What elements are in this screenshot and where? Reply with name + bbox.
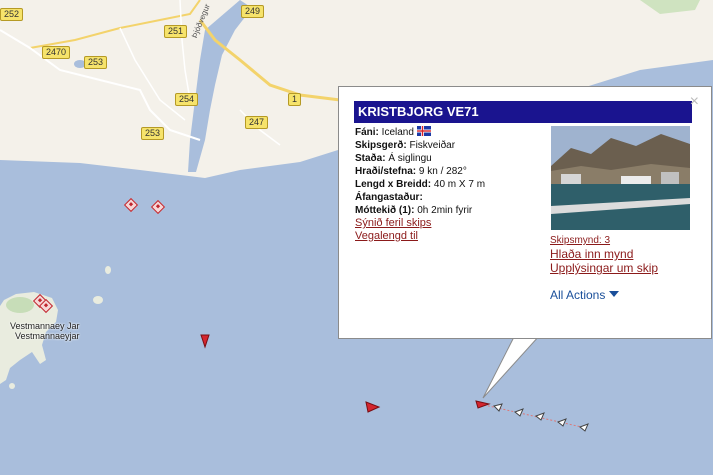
- all-actions-dropdown[interactable]: All Actions: [550, 288, 620, 302]
- vessel-info-popup: KRISTBJORG VE71 × Fáni: Iceland Skipsger…: [338, 86, 712, 339]
- vessel-name-title: KRISTBJORG VE71: [354, 101, 692, 123]
- show-track-link[interactable]: Sýnið feril skips: [355, 217, 545, 230]
- selected-vessel-marker: [475, 400, 491, 409]
- vessel-photo[interactable]: [551, 126, 690, 230]
- map-canvas[interactable]: 252 2470 251 253 254 249 1 247 253 Þjóðv…: [0, 0, 713, 475]
- close-icon[interactable]: ×: [690, 93, 699, 111]
- field-status: Staða: Á siglingu: [355, 153, 432, 164]
- field-speed-course: Hraði/stefna: 9 kn / 282°: [355, 166, 467, 177]
- photo-links: Skipsmynd: 3 Hlaða inn mynd Upplýsingar …: [550, 235, 700, 275]
- vessel-info-link[interactable]: Upplýsingar um skip: [550, 261, 700, 275]
- upload-photo-link[interactable]: Hlaða inn mynd: [550, 247, 700, 261]
- field-received: Móttekið (1): 0h 2min fyrir: [355, 205, 473, 216]
- caret-down-icon: [609, 291, 620, 297]
- distance-to-link[interactable]: Vegalengd til: [355, 230, 545, 243]
- vessel-details: Fáni: Iceland Skipsgerð: Fiskveiðar Stað…: [355, 126, 545, 243]
- track-history: [479, 403, 589, 432]
- field-flag: Fáni: Iceland: [355, 126, 545, 139]
- photo-count-link[interactable]: Skipsmynd: 3: [550, 235, 700, 247]
- field-vessel-type: Skipsgerð: Fiskveiðar: [355, 140, 456, 151]
- field-destination: Áfangastaður:: [355, 192, 423, 203]
- vessel-arrow-marker: [365, 401, 381, 413]
- field-dimensions: Lengd x Breidd: 40 m X 7 m: [355, 179, 486, 190]
- iceland-flag-icon: [416, 126, 431, 136]
- vessel-arrow-marker: [200, 334, 210, 349]
